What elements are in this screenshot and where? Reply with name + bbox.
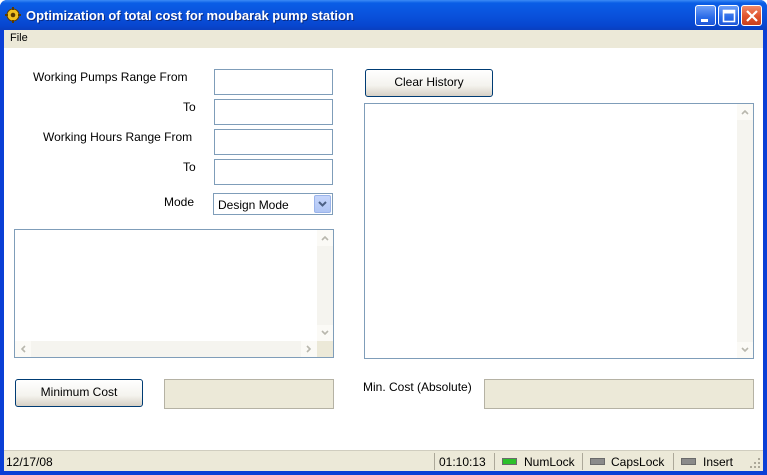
minimize-icon bbox=[701, 19, 708, 22]
pumps-to-input[interactable] bbox=[214, 99, 333, 125]
scroll-down-button[interactable] bbox=[317, 325, 333, 341]
close-button[interactable] bbox=[741, 5, 762, 26]
history-listbox[interactable] bbox=[364, 103, 754, 359]
numlock-label: NumLock bbox=[524, 455, 575, 469]
scroll-left-button[interactable] bbox=[15, 341, 31, 357]
pumps-to-label: To bbox=[183, 100, 196, 114]
maximize-button[interactable] bbox=[718, 5, 739, 26]
hours-to-label: To bbox=[183, 160, 196, 174]
chevron-down-icon bbox=[741, 347, 749, 353]
chevron-left-icon bbox=[20, 345, 26, 353]
insert-indicator bbox=[681, 458, 696, 465]
mode-select-value: Design Mode bbox=[218, 198, 289, 212]
scroll-right-button[interactable] bbox=[301, 341, 317, 357]
maximize-icon bbox=[722, 9, 736, 23]
clear-history-button[interactable]: Clear History bbox=[365, 69, 493, 97]
scroll-up-button[interactable] bbox=[737, 104, 753, 120]
chevron-down-icon bbox=[321, 330, 329, 336]
output-vertical-scrollbar[interactable] bbox=[317, 230, 333, 341]
status-separator bbox=[494, 453, 495, 470]
pumps-from-label: Working Pumps Range From bbox=[33, 70, 188, 84]
status-separator bbox=[434, 453, 435, 470]
minimize-button[interactable] bbox=[695, 5, 716, 26]
status-separator bbox=[673, 453, 674, 470]
min-cost-absolute-label: Min. Cost (Absolute) bbox=[363, 380, 472, 394]
chevron-right-icon bbox=[306, 345, 312, 353]
gear-icon bbox=[5, 7, 21, 23]
capslock-label: CapsLock bbox=[611, 455, 665, 469]
pumps-from-input[interactable] bbox=[214, 69, 333, 95]
output-listbox[interactable] bbox=[14, 229, 334, 358]
close-icon bbox=[746, 10, 758, 22]
numlock-indicator bbox=[502, 458, 517, 465]
min-cost-output bbox=[164, 379, 334, 409]
status-date: 12/17/08 bbox=[6, 455, 53, 469]
hours-to-input[interactable] bbox=[214, 159, 333, 185]
resize-grip-icon[interactable] bbox=[749, 457, 761, 469]
client-area: File Working Pumps Range From To Working… bbox=[4, 30, 763, 471]
mode-label: Mode bbox=[164, 195, 195, 209]
status-bar: 12/17/08 01:10:13 NumLock CapsLock Inser… bbox=[4, 450, 763, 471]
chevron-up-icon bbox=[321, 235, 329, 241]
minimum-cost-button[interactable]: Minimum Cost bbox=[15, 379, 143, 407]
status-time: 01:10:13 bbox=[439, 455, 486, 469]
hours-from-input[interactable] bbox=[214, 129, 333, 155]
menu-file[interactable]: File bbox=[10, 32, 28, 44]
insert-label: Insert bbox=[703, 455, 734, 469]
window-title: Optimization of total cost for moubarak … bbox=[26, 8, 354, 23]
scroll-down-button[interactable] bbox=[737, 342, 753, 358]
title-bar[interactable]: Optimization of total cost for moubarak … bbox=[0, 0, 767, 30]
min-cost-absolute-output bbox=[484, 379, 754, 409]
scrollbar-corner bbox=[317, 341, 333, 357]
chevron-up-icon bbox=[741, 109, 749, 115]
mode-dropdown-button[interactable] bbox=[314, 195, 331, 213]
chevron-down-icon bbox=[318, 201, 327, 207]
history-vertical-scrollbar[interactable] bbox=[737, 104, 753, 358]
scroll-up-button[interactable] bbox=[317, 230, 333, 246]
output-horizontal-scrollbar[interactable] bbox=[15, 341, 317, 357]
capslock-indicator bbox=[590, 458, 605, 465]
mode-select[interactable]: Design Mode bbox=[213, 193, 333, 215]
hours-from-label: Working Hours Range From bbox=[43, 130, 193, 144]
status-separator bbox=[582, 453, 583, 470]
menu-bar: File bbox=[4, 30, 763, 48]
app-window: Optimization of total cost for moubarak … bbox=[0, 0, 767, 475]
